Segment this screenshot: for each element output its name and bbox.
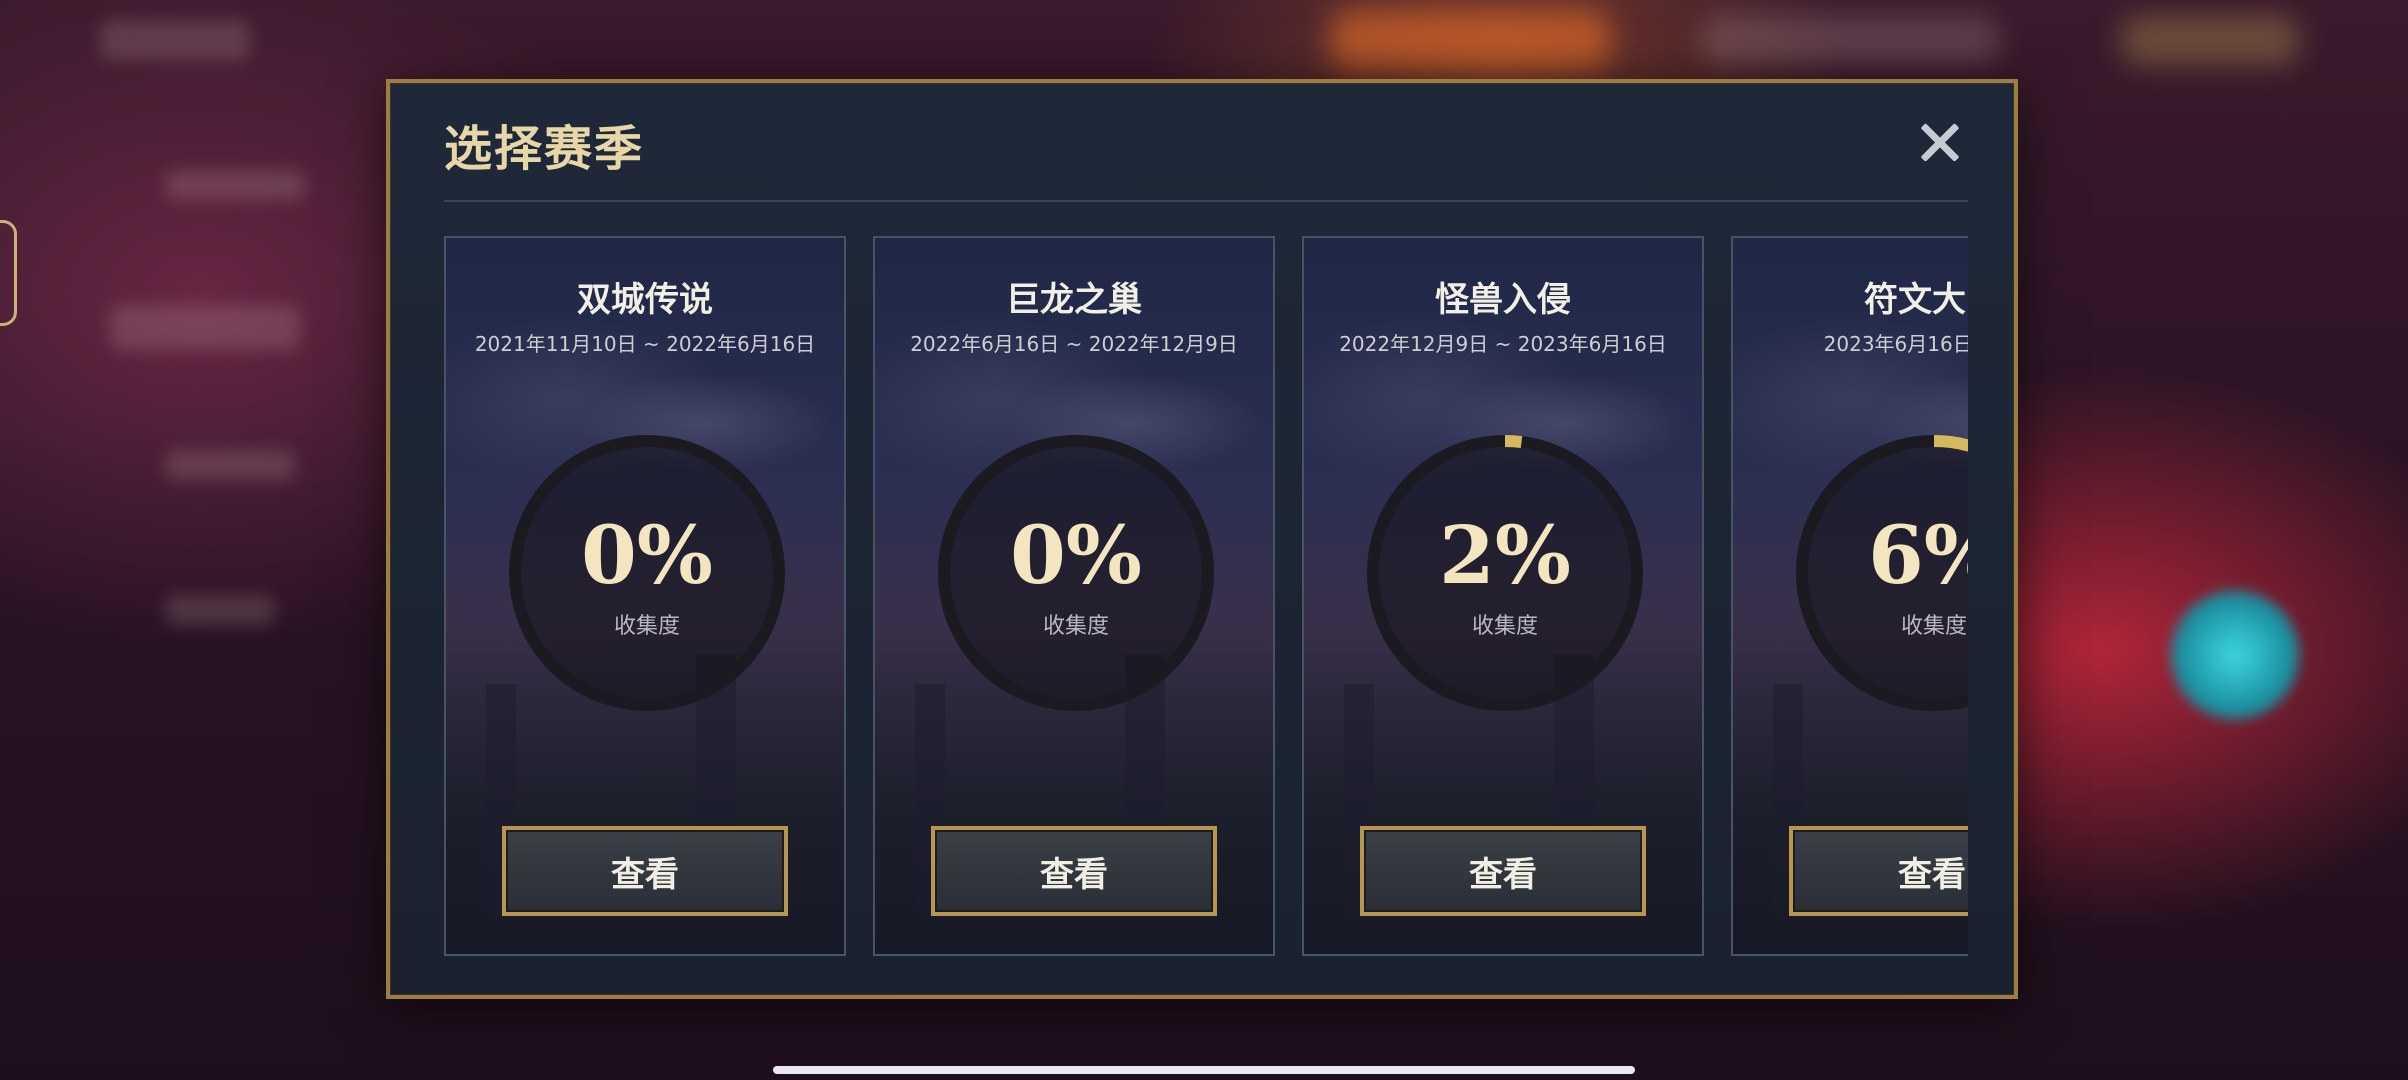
season-card[interactable]: 巨龙之巢 2022年6月16日 ~ 2022年12月9日 0% 收集度 查看 [873,236,1275,956]
collection-label: 收集度 [1042,614,1109,639]
view-button[interactable]: 查看 [502,826,788,916]
bg-blur-item [165,595,275,625]
bg-blur-item [1330,10,1610,70]
season-card[interactable]: 怪兽入侵 2022年12月9日 ~ 2023年6月16日 2% 收集度 查看 [1302,236,1704,956]
bg-blur-item [165,450,295,480]
view-button[interactable]: 查看 [1789,826,1968,916]
season-title: 巨龙之巢 [1006,280,1142,320]
bg-blur-item [100,20,250,60]
select-season-dialog: 选择赛季 双城传说 2021年11月10日 ~ 2022年6月16日 0% 收集… [386,79,2018,999]
home-indicator[interactable] [773,1066,1635,1074]
collection-label: 收集度 [1900,614,1967,639]
season-dates: 2021年11月10日 ~ 2022年6月16日 [474,332,816,356]
collection-percent: 0% [581,508,713,602]
bg-blur-item [165,170,305,200]
season-dates: 2022年12月9日 ~ 2023年6月16日 [1339,332,1667,356]
bg-hex-frame [0,220,17,326]
close-icon[interactable] [1914,117,1966,169]
season-title: 双城传说 [577,280,713,320]
collection-label: 收集度 [1471,614,1538,639]
collection-progress-ring: 2% 收集度 [1360,428,1650,718]
collection-progress-ring: 0% 收集度 [931,428,1221,718]
season-title: 怪兽入侵 [1435,280,1571,320]
view-button[interactable]: 查看 [1360,826,1646,916]
collection-percent: 2% [1439,508,1571,602]
bg-blur-orb [2170,590,2300,720]
bg-blur-item [110,305,300,350]
bg-blur-item [1700,15,2000,65]
collection-percent: 6% [1868,508,1968,602]
season-card[interactable]: 符文大陆 2023年6月16日 ~ 202 6% 收集度 查看 [1731,236,1968,956]
collection-progress-ring: 0% 收集度 [502,428,792,718]
title-divider [444,200,1968,202]
dialog-title: 选择赛季 [444,121,645,177]
view-button[interactable]: 查看 [931,826,1217,916]
collection-progress-ring: 6% 收集度 [1789,428,1968,718]
collection-label: 收集度 [613,614,680,639]
bg-blur-item [2120,15,2300,65]
season-carousel[interactable]: 双城传说 2021年11月10日 ~ 2022年6月16日 0% 收集度 查看 … [444,236,1968,956]
season-title: 符文大陆 [1864,280,1968,320]
season-dates: 2022年6月16日 ~ 2022年12月9日 [910,332,1238,356]
season-dates: 2023年6月16日 ~ 202 [1823,332,1968,356]
collection-percent: 0% [1010,508,1142,602]
season-card[interactable]: 双城传说 2021年11月10日 ~ 2022年6月16日 0% 收集度 查看 [444,236,846,956]
